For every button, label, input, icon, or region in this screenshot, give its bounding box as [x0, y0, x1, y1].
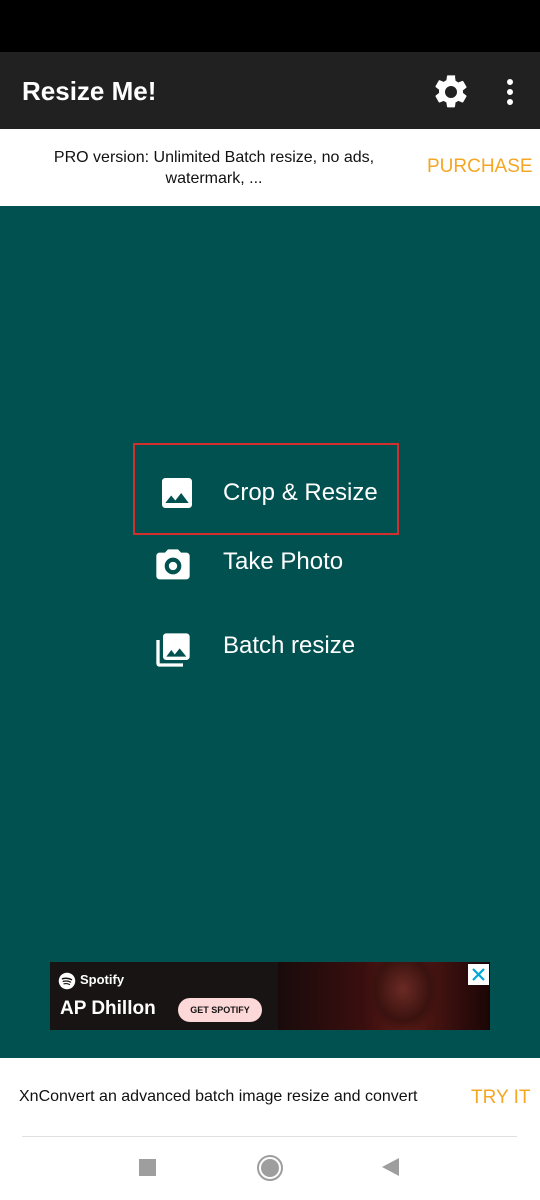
batch-resize-button[interactable]: Batch resize	[133, 616, 399, 680]
purchase-button[interactable]: PURCHASE	[427, 156, 533, 178]
ad-artist-name: AP Dhillon	[60, 998, 156, 1019]
crop-resize-button[interactable]: Crop & Resize	[133, 443, 399, 535]
crop-resize-label: Crop & Resize	[223, 479, 378, 506]
batch-resize-label: Batch resize	[223, 632, 356, 659]
spotify-ad-banner[interactable]: Spotify AP Dhillon GET SPOTIFY	[50, 962, 490, 1030]
spotify-logo-icon	[58, 972, 76, 990]
xnconvert-promo-text: XnConvert an advanced batch image resize…	[19, 1088, 418, 1105]
more-vert-icon[interactable]	[498, 74, 522, 110]
pro-promo-bar: PRO version: Unlimited Batch resize, no …	[0, 129, 540, 206]
divider	[22, 1136, 517, 1137]
close-icon[interactable]	[468, 964, 489, 985]
ad-brand: Spotify	[80, 972, 125, 987]
recent-apps-icon[interactable]	[139, 1159, 156, 1176]
camera-icon	[156, 549, 190, 580]
app-title: Resize Me!	[22, 76, 157, 106]
status-bar	[0, 0, 540, 52]
bottom-banner: XnConvert an advanced batch image resize…	[0, 1058, 540, 1200]
take-photo-button[interactable]: Take Photo	[133, 532, 399, 596]
take-photo-label: Take Photo	[223, 548, 344, 575]
back-icon[interactable]	[382, 1158, 399, 1176]
gear-icon[interactable]	[431, 72, 471, 112]
app-bar: Resize Me!	[0, 52, 540, 129]
home-icon[interactable]	[261, 1159, 279, 1177]
ad-artist-face	[368, 962, 438, 1030]
image-icon	[162, 478, 192, 508]
promo-text: PRO version: Unlimited Batch resize, no …	[53, 149, 375, 187]
get-spotify-button[interactable]: GET SPOTIFY	[178, 998, 262, 1022]
try-it-button[interactable]: TRY IT	[471, 1087, 530, 1109]
photo-library-icon	[156, 633, 190, 667]
